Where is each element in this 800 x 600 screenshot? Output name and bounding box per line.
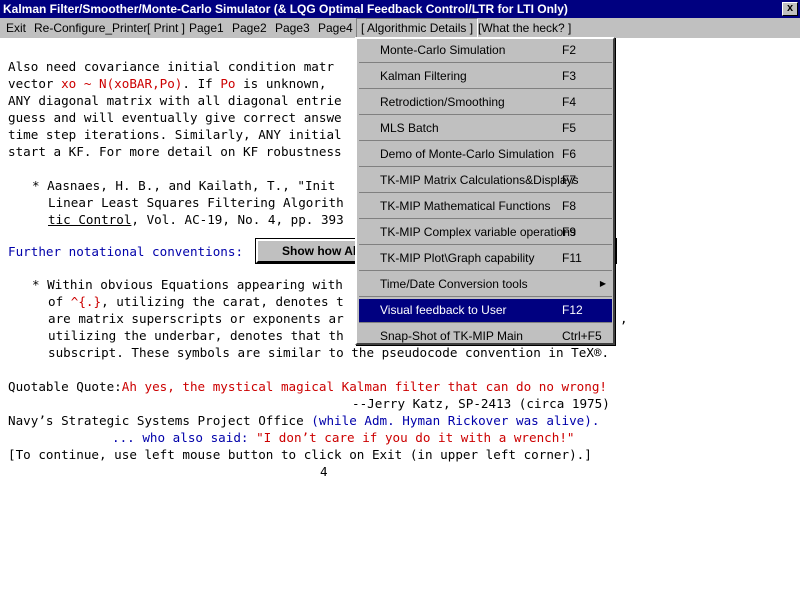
menu-item-monte-carlo-simulation[interactable]: Monte-Carlo Simulation F2 (359, 39, 612, 63)
text-line: start a KF. For more detail on KF robust… (8, 144, 342, 159)
menu-item-plot-graph[interactable]: TK-MIP Plot\Graph capability F11 (359, 247, 612, 271)
window-title: Kalman Filter/Smoother/Monte-Carlo Simul… (3, 2, 568, 16)
notes-line: of ^{.}, utilizing the carat, denotes t (48, 294, 344, 309)
menu-item-retrodiction-smoothing[interactable]: Retrodiction/Smoothing F4 (359, 91, 612, 115)
text-line: ANY diagonal matrix with all diagonal en… (8, 93, 342, 108)
menu-bar: Exit Re-Configure_Printer [ Print ] Page… (0, 18, 800, 38)
menu-item-matrix-calculations[interactable]: TK-MIP Matrix Calculations&Displays F7 (359, 169, 612, 193)
menu-reconfigure-printer[interactable]: Re-Configure_Printer (30, 18, 151, 38)
menu-item-visual-feedback[interactable]: Visual feedback to User F12 (359, 299, 612, 323)
reference-line: tic Control, Vol. AC-19, No. 4, pp. 393 (48, 212, 344, 227)
menu-item-mathematical-functions[interactable]: TK-MIP Mathematical Functions F8 (359, 195, 612, 219)
further-conventions-label: Further notational conventions: (8, 244, 244, 259)
text-line: vector xo ~ N(xoBAR,Po). If Po is unknow… (8, 76, 335, 91)
menu-item-demo-monte-carlo[interactable]: Demo of Monte-Carlo Simulation F6 (359, 143, 612, 167)
text-line: Also need covariance initial condition m… (8, 59, 335, 74)
close-icon: x (786, 2, 794, 14)
notes-line: * Within obvious Equations appearing wit… (32, 277, 343, 292)
continue-instruction: [To continue, use left mouse button to c… (8, 447, 592, 462)
menu-page4[interactable]: Page4 (314, 18, 357, 38)
text-line: time step iterations. Similarly, ANY ini… (8, 127, 342, 142)
close-button[interactable]: x (782, 2, 798, 16)
menu-item-complex-variable-operations[interactable]: TK-MIP Complex variable operations F9 (359, 221, 612, 245)
navy-line: Navy’s Strategic Systems Project Office … (8, 413, 600, 428)
notes-line: utilizing the underbar, denotes that th (48, 328, 344, 343)
menu-what-the-heck[interactable]: [What the heck? ] (474, 18, 575, 38)
menu-item-snapshot-main[interactable]: Snap-Shot of TK-MIP Main Ctrl+F5 (359, 325, 612, 349)
notes-line: are matrix superscripts or exponents ar (48, 311, 344, 326)
reference-line: * Aasnaes, H. B., and Kailath, T., "Init (32, 178, 336, 193)
menu-algorithmic-details[interactable]: [ Algorithmic Details ] (356, 18, 479, 38)
submenu-arrow-icon: ▶ (599, 279, 606, 288)
title-bar: Kalman Filter/Smoother/Monte-Carlo Simul… (0, 0, 800, 18)
menu-page1[interactable]: Page1 (185, 18, 228, 38)
menu-item-mls-batch[interactable]: MLS Batch F5 (359, 117, 612, 141)
algorithmic-details-dropdown: Monte-Carlo Simulation F2 Kalman Filterin… (355, 37, 615, 345)
quote-line: Quotable Quote:Ah yes, the mystical magi… (8, 379, 607, 394)
menu-page2[interactable]: Page2 (228, 18, 271, 38)
notes-line-tail: , (620, 311, 628, 326)
menu-item-kalman-filtering[interactable]: Kalman Filtering F3 (359, 65, 612, 89)
quote-author: --Jerry Katz, SP-2413 (circa 1975) (352, 396, 610, 411)
text-line: guess and will eventually give correct a… (8, 110, 342, 125)
reference-line: Linear Least Squares Filtering Algorith (48, 195, 344, 210)
menu-item-time-date-conversion[interactable]: Time/Date Conversion tools ▶ (359, 273, 612, 297)
menu-exit[interactable]: Exit (2, 18, 30, 38)
also-said-line: ... who also said: "I don’t care if you … (112, 430, 575, 445)
menu-page3[interactable]: Page3 (271, 18, 314, 38)
page-number: 4 (320, 464, 328, 479)
menu-print[interactable]: [ Print ] (143, 18, 189, 38)
